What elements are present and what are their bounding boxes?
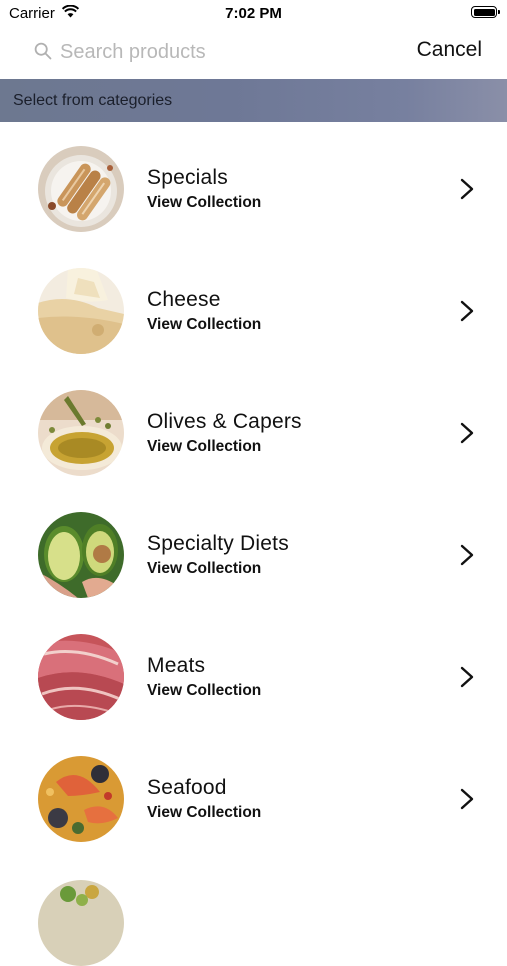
chevron-right-icon bbox=[459, 544, 475, 571]
chevron-right-icon bbox=[459, 178, 475, 205]
category-image-cheese bbox=[38, 268, 124, 354]
category-section-header: Select from categories bbox=[0, 79, 507, 122]
category-item-cheese[interactable]: Cheese View Collection bbox=[0, 244, 507, 366]
view-collection-link: View Collection bbox=[147, 560, 262, 577]
category-image-specialty-diets bbox=[38, 512, 124, 598]
status-bar: Carrier 7:02 PM bbox=[0, 0, 507, 28]
category-title: Seafood bbox=[147, 776, 227, 799]
category-item-specialty-diets[interactable]: Specialty Diets View Collection bbox=[0, 488, 507, 610]
chevron-right-icon bbox=[459, 666, 475, 693]
cancel-button[interactable]: Cancel bbox=[417, 38, 482, 62]
search-icon bbox=[34, 42, 52, 65]
category-image-seafood bbox=[38, 756, 124, 842]
category-item-meats[interactable]: Meats View Collection bbox=[0, 610, 507, 732]
category-title: Cheese bbox=[147, 288, 221, 311]
category-list: Specials View Collection Cheese View Col… bbox=[0, 122, 507, 854]
status-time: 7:02 PM bbox=[225, 5, 282, 22]
battery-icon bbox=[471, 6, 500, 18]
category-title: Meats bbox=[147, 654, 206, 677]
chevron-right-icon bbox=[459, 788, 475, 815]
view-collection-link: View Collection bbox=[147, 438, 262, 455]
category-item-seafood[interactable]: Seafood View Collection bbox=[0, 732, 507, 854]
chevron-right-icon bbox=[459, 422, 475, 449]
category-title: Specialty Diets bbox=[147, 532, 289, 555]
category-image-olives-capers bbox=[38, 390, 124, 476]
chevron-right-icon bbox=[459, 300, 475, 327]
category-title: Olives & Capers bbox=[147, 410, 302, 433]
category-image-meats bbox=[38, 634, 124, 720]
view-collection-link: View Collection bbox=[147, 804, 262, 821]
view-collection-link: View Collection bbox=[147, 316, 262, 333]
view-collection-link: View Collection bbox=[147, 682, 262, 699]
view-collection-link: View Collection bbox=[147, 194, 262, 211]
category-header-label: Select from categories bbox=[13, 92, 173, 109]
category-item-specials[interactable]: Specials View Collection bbox=[0, 122, 507, 244]
category-item-olives-capers[interactable]: Olives & Capers View Collection bbox=[0, 366, 507, 488]
search-bar: Cancel bbox=[0, 28, 507, 78]
category-image-specials bbox=[38, 146, 124, 232]
search-input[interactable] bbox=[60, 37, 380, 67]
category-title: Specials bbox=[147, 166, 228, 189]
category-image-partial bbox=[38, 880, 124, 966]
